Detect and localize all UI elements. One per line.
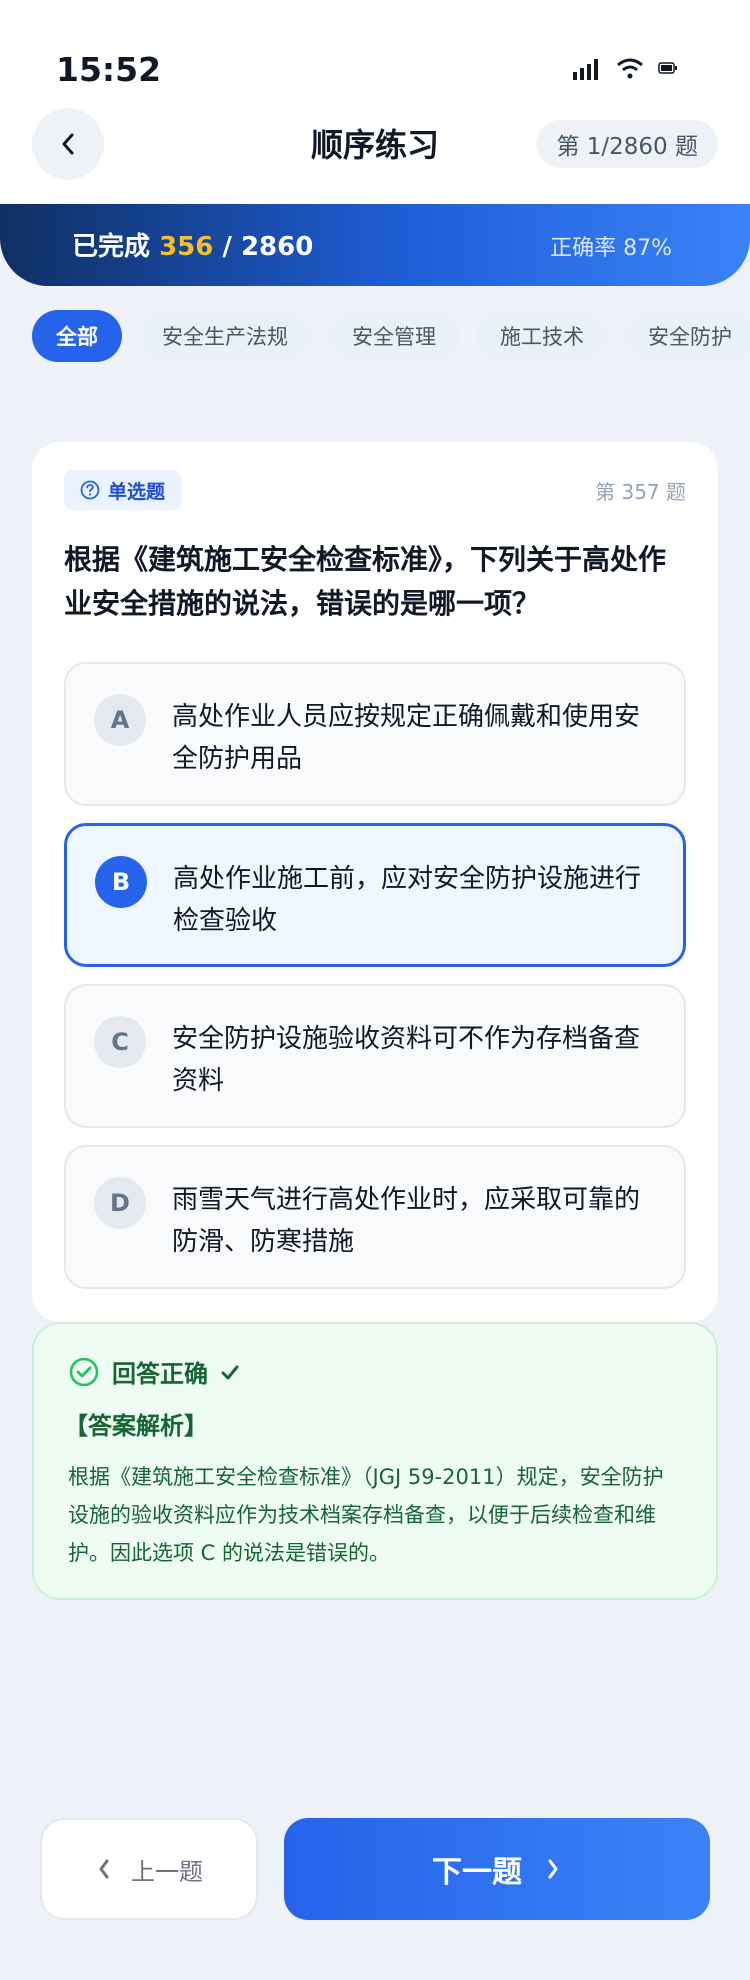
previous-question-label: 上一题	[131, 1857, 203, 1886]
tab-safety-protection[interactable]: 安全防护	[624, 310, 750, 362]
option-c[interactable]: C 安全防护设施验收资料可不作为存档备查资料	[64, 984, 686, 1128]
completed-count: 356	[159, 232, 214, 262]
option-letter: A	[94, 694, 146, 746]
answer-result: 回答正确	[68, 1354, 240, 1389]
option-text: 安全防护设施验收资料可不作为存档备查资料	[172, 1024, 641, 1096]
previous-question-button[interactable]: 上一题	[40, 1818, 258, 1920]
status-icons	[572, 56, 678, 80]
wifi-icon	[617, 58, 643, 79]
analysis-title: 【答案解析】	[64, 1412, 208, 1440]
total-count: / 2860	[222, 232, 314, 262]
answer-result-label: 回答正确	[112, 1360, 208, 1388]
option-letter: B	[95, 856, 147, 908]
chevron-left-icon	[99, 1859, 109, 1879]
question-counter: 第 1/2860 题	[536, 120, 718, 168]
question-number: 第 357 题	[595, 480, 686, 504]
option-b[interactable]: B 高处作业施工前，应对安全防护设施进行检查验收	[64, 823, 686, 967]
check-circle-icon	[69, 1357, 99, 1386]
top-bar: 15:52 顺序练习 第 1/2860 题	[0, 0, 750, 204]
question-type-label: 单选题	[108, 480, 166, 503]
option-text: 高处作业人员应按规定正确佩戴和使用安全防护用品	[172, 702, 641, 774]
checkmark-icon	[221, 1365, 239, 1379]
question-type-badge: 单选题	[64, 470, 182, 510]
completion-progress: 已完成 356 / 2860	[72, 226, 313, 263]
progress-banner: 已完成 356 / 2860 正确率 87%	[0, 204, 750, 286]
signal-icon	[573, 59, 598, 80]
tab-construction-technology[interactable]: 施工技术	[476, 310, 608, 362]
battery-icon	[658, 62, 677, 74]
next-question-label: 下一题	[432, 1855, 522, 1890]
analysis-text: 根据《建筑施工安全检查标准》（JGJ 59-2011）规定，安全防护设施的验收资…	[68, 1465, 664, 1565]
question-icon	[80, 480, 100, 500]
option-text: 高处作业施工前，应对安全防护设施进行检查验收	[173, 864, 642, 936]
question-card: 单选题 第 357 题 根据《建筑施工安全检查标准》，下列关于高处作业安全措施的…	[32, 442, 718, 1322]
next-question-button[interactable]: 下一题	[284, 1818, 710, 1920]
answer-feedback: 回答正确 【答案解析】 根据《建筑施工安全检查标准》（JGJ 59-2011）规…	[32, 1322, 718, 1600]
category-tabs: 全部 安全生产法规 安全管理 施工技术 安全防护	[32, 310, 750, 362]
accuracy-rate: 正确率 87%	[550, 236, 672, 261]
tab-safety-management[interactable]: 安全管理	[328, 310, 460, 362]
option-letter: D	[94, 1177, 146, 1229]
option-text: 雨雪天气进行高处作业时，应采取可靠的防滑、防寒措施	[172, 1185, 641, 1257]
bottom-navigation: 上一题 下一题	[0, 1800, 750, 1980]
status-time: 15:52	[56, 50, 162, 89]
option-d[interactable]: D 雨雪天气进行高处作业时，应采取可靠的防滑、防寒措施	[64, 1145, 686, 1289]
tab-all[interactable]: 全部	[32, 310, 122, 362]
completion-label: 已完成	[72, 232, 151, 262]
option-letter: C	[94, 1016, 146, 1068]
option-a[interactable]: A 高处作业人员应按规定正确佩戴和使用安全防护用品	[64, 662, 686, 806]
question-text: 根据《建筑施工安全检查标准》，下列关于高处作业安全措施的说法，错误的是哪一项？	[64, 543, 667, 620]
chevron-right-icon	[548, 1859, 558, 1879]
tab-safety-regulations[interactable]: 安全生产法规	[138, 310, 312, 362]
